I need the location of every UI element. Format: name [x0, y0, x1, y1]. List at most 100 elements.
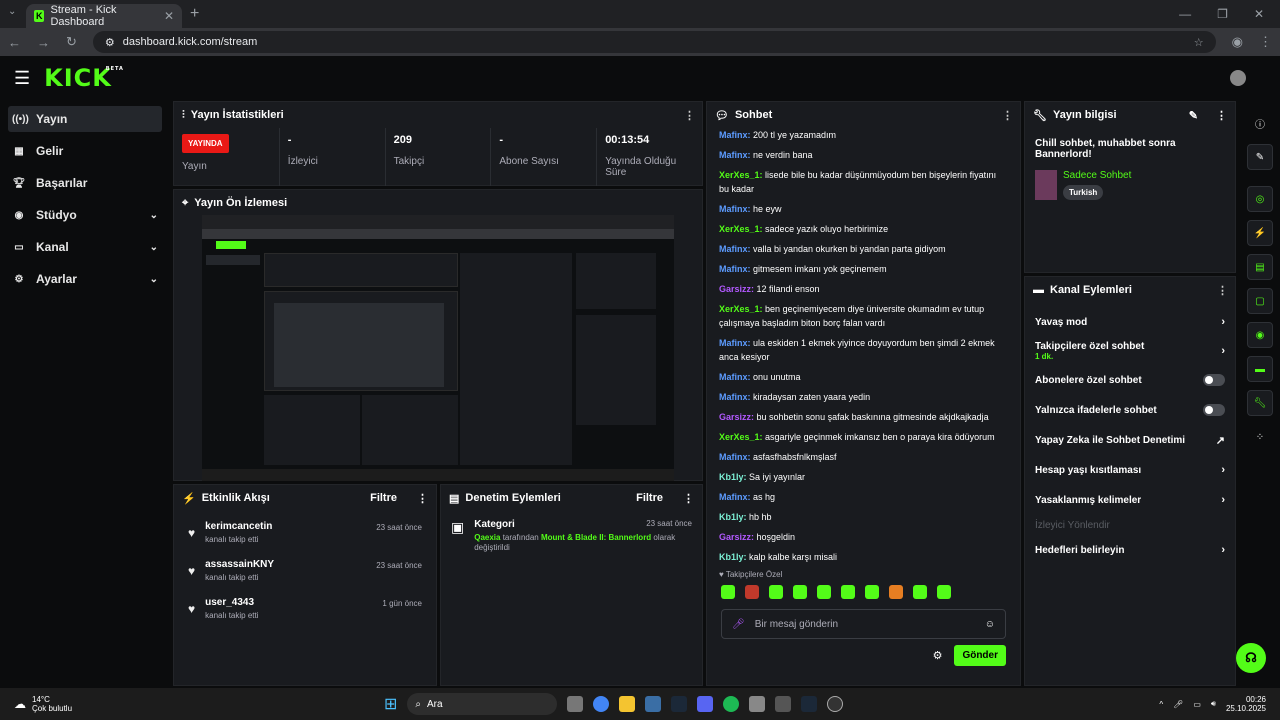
- chat-settings-icon[interactable]: ⚙: [933, 649, 943, 662]
- category-name[interactable]: Sadece Sohbet: [1063, 170, 1131, 181]
- chat-username[interactable]: Kb1ly: [719, 472, 744, 482]
- emoji-icon[interactable]: ☺: [985, 619, 995, 630]
- chevron-down-icon[interactable]: ⌄: [150, 242, 158, 253]
- more-options-icon[interactable]: ⋮: [1217, 284, 1228, 297]
- lightning-icon[interactable]: ⚡: [1247, 220, 1273, 246]
- url-field[interactable]: ⚙ dashboard.kick.com/stream ☆: [92, 31, 1216, 53]
- more-options-icon[interactable]: ⋮: [1002, 109, 1013, 122]
- bookmark-star-icon[interactable]: ☆: [1194, 36, 1204, 49]
- kick-logo[interactable]: KICK BETA: [44, 64, 123, 92]
- wrench-icon[interactable]: 🔧︎: [1247, 390, 1273, 416]
- action-slow-mode[interactable]: Yavaş mod ›: [1025, 307, 1235, 337]
- mod-game[interactable]: Mount & Blade II: Bannerlord: [541, 533, 651, 542]
- send-button[interactable]: Gönder: [954, 645, 1006, 666]
- profile-icon[interactable]: ◉: [1232, 34, 1243, 50]
- store-icon[interactable]: [645, 696, 662, 712]
- forward-icon[interactable]: →: [37, 35, 50, 50]
- chat-username[interactable]: Mafinx: [719, 244, 748, 254]
- discord-icon[interactable]: [697, 696, 714, 712]
- channel-actions-icon[interactable]: ▬: [1247, 356, 1273, 382]
- sidebar-item-kanal[interactable]: ▭ Kanal ⌄: [8, 234, 162, 260]
- chat-username[interactable]: Mafinx: [719, 338, 748, 348]
- chat-username[interactable]: Mafinx: [719, 392, 748, 402]
- filter-button[interactable]: Filtre: [370, 492, 397, 504]
- target-icon[interactable]: ◎: [1247, 186, 1273, 212]
- action-banned-words[interactable]: Yasaklanmış kelimeler ›: [1025, 485, 1235, 515]
- sidebar-item-studyo[interactable]: ◉ Stüdyo ⌄: [8, 202, 162, 228]
- toggle-switch[interactable]: [1203, 404, 1225, 416]
- close-tab-icon[interactable]: ✕: [164, 9, 174, 23]
- sidebar-item-basarilar[interactable]: 🏆︎ Başarılar: [8, 170, 162, 196]
- steam-icon[interactable]: [671, 696, 688, 712]
- more-options-icon[interactable]: ⋮: [683, 492, 694, 505]
- avatar[interactable]: [1230, 70, 1246, 86]
- hamburger-menu-icon[interactable]: ☰: [14, 68, 30, 89]
- more-options-icon[interactable]: ⋮: [417, 492, 428, 505]
- action-followers-only[interactable]: Takipçilere özel sohbet 1 dk. ›: [1025, 337, 1235, 365]
- chat-username[interactable]: Mafinx: [719, 264, 748, 274]
- chat-username[interactable]: Mafinx: [719, 130, 748, 140]
- browser-tab[interactable]: K Stream - Kick Dashboard ✕: [26, 4, 182, 28]
- maximize-icon[interactable]: ❐: [1217, 7, 1228, 21]
- spotify-icon[interactable]: [723, 696, 740, 712]
- chat-username[interactable]: XerXes_1: [719, 170, 760, 180]
- more-options-icon[interactable]: ⋮: [684, 109, 695, 122]
- volume-icon[interactable]: 🔊︎: [1211, 699, 1216, 709]
- microphone-icon[interactable]: 🎤︎: [732, 619, 745, 630]
- site-info-icon[interactable]: ⚙: [105, 36, 115, 49]
- action-goals[interactable]: Hedefleri belirleyin ›: [1025, 535, 1235, 565]
- chat-icon[interactable]: ▢: [1247, 288, 1273, 314]
- more-options-icon[interactable]: ⋮: [1216, 109, 1227, 122]
- filter-button[interactable]: Filtre: [636, 492, 663, 504]
- close-window-icon[interactable]: ✕: [1254, 7, 1264, 21]
- back-icon[interactable]: ←: [8, 35, 21, 50]
- network-icon[interactable]: ▭: [1193, 700, 1201, 709]
- sidebar-item-gelir[interactable]: ▦ Gelir: [8, 138, 162, 164]
- minimize-icon[interactable]: —: [1179, 7, 1191, 21]
- apps-icon[interactable]: ⁘: [1247, 424, 1273, 450]
- chat-username[interactable]: Kb1ly: [719, 552, 744, 562]
- emote-icon[interactable]: [769, 585, 783, 599]
- browser-menu-icon[interactable]: ⋮: [1259, 34, 1272, 50]
- stream-preview-video[interactable]: [202, 215, 674, 481]
- emote-icon[interactable]: [865, 585, 879, 599]
- mod-user[interactable]: Qaexia: [474, 533, 500, 542]
- edit-icon[interactable]: ✎: [1189, 109, 1198, 122]
- emote-icon[interactable]: [841, 585, 855, 599]
- emote-icon[interactable]: [721, 585, 735, 599]
- reload-icon[interactable]: ↻: [66, 34, 77, 50]
- emote-icon[interactable]: [937, 585, 951, 599]
- chat-username[interactable]: XerXes_1: [719, 432, 760, 442]
- chat-username[interactable]: Garsizz: [719, 412, 751, 422]
- steam-icon[interactable]: [801, 696, 818, 712]
- emote-icon[interactable]: [913, 585, 927, 599]
- chat-username[interactable]: Garsizz: [719, 284, 751, 294]
- app-icon[interactable]: [775, 696, 792, 712]
- sidebar-item-ayarlar[interactable]: ⚙ Ayarlar ⌄: [8, 266, 162, 292]
- chat-username[interactable]: Mafinx: [719, 452, 748, 462]
- weather-widget[interactable]: ☁ 14°C Çok bulutlu: [14, 695, 384, 713]
- chat-username[interactable]: Mafinx: [719, 150, 748, 160]
- chevron-down-icon[interactable]: ⌄: [150, 274, 158, 285]
- document-icon[interactable]: ▤: [1247, 254, 1273, 280]
- new-tab-icon[interactable]: +: [190, 5, 199, 23]
- app-icon[interactable]: [749, 696, 766, 712]
- info-icon[interactable]: ⓘ: [1247, 110, 1273, 136]
- chat-username[interactable]: Mafinx: [719, 204, 748, 214]
- chat-input[interactable]: 🎤︎ Bir mesaj gönderin ☺: [721, 609, 1006, 639]
- windows-start-icon[interactable]: ⊞: [384, 694, 397, 714]
- microphone-icon[interactable]: 🎤︎: [1173, 700, 1183, 709]
- emote-icon[interactable]: [793, 585, 807, 599]
- emote-icon[interactable]: [817, 585, 831, 599]
- chat-username[interactable]: Mafinx: [719, 372, 748, 382]
- media-player-icon[interactable]: [827, 696, 844, 712]
- support-headset-icon[interactable]: ☊: [1236, 643, 1266, 673]
- emote-icon[interactable]: [745, 585, 759, 599]
- edit-icon[interactable]: ✎: [1247, 144, 1273, 170]
- toggle-switch[interactable]: [1203, 374, 1225, 386]
- emote-icon[interactable]: [889, 585, 903, 599]
- file-explorer-icon[interactable]: [619, 696, 636, 712]
- chat-username[interactable]: XerXes_1: [719, 304, 760, 314]
- sidebar-item-yayin[interactable]: ((•)) Yayın: [8, 106, 162, 132]
- chevron-down-icon[interactable]: ⌄: [150, 210, 158, 221]
